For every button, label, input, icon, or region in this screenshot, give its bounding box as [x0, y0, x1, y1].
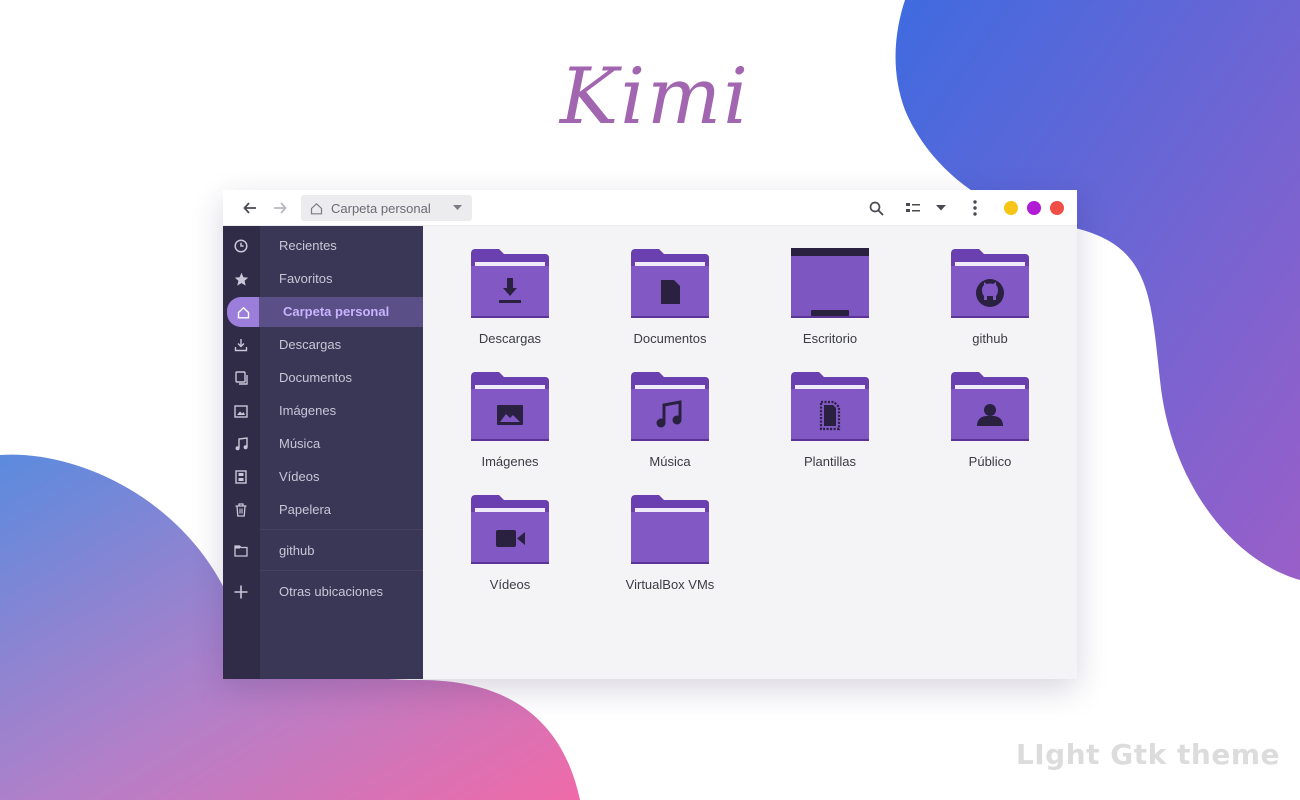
- sidebar-item-github[interactable]: github: [223, 536, 423, 566]
- forward-button[interactable]: [268, 196, 292, 220]
- download-folder-icon: [471, 249, 549, 318]
- music-folder-icon: [631, 372, 709, 441]
- list-view-icon: [906, 203, 920, 212]
- sidebar-item-documentos[interactable]: Documentos: [223, 363, 423, 393]
- sidebar: Recientes Favoritos Carpeta personal Des…: [223, 226, 423, 679]
- folder-escritorio[interactable]: Escritorio: [760, 226, 900, 346]
- music-icon: [233, 436, 249, 452]
- folder-musica[interactable]: Música: [600, 349, 740, 469]
- sidebar-item-imagenes[interactable]: Imágenes: [223, 396, 423, 426]
- sidebar-item-papelera[interactable]: Papelera: [223, 495, 423, 525]
- sidebar-item-otras-ubicaciones[interactable]: Otras ubicaciones: [223, 577, 423, 607]
- clock-icon: [233, 238, 249, 254]
- file-label: VirtualBox VMs: [625, 577, 715, 592]
- file-label: Descargas: [478, 331, 542, 346]
- file-label: Música: [649, 454, 691, 469]
- close-button[interactable]: [1050, 201, 1064, 215]
- sidebar-item-label: Documentos: [279, 370, 352, 385]
- file-label: Escritorio: [802, 331, 858, 346]
- sidebar-item-videos[interactable]: Vídeos: [223, 462, 423, 492]
- image-icon: [233, 403, 249, 419]
- file-manager-window: Carpeta personal Recientes Favoritos Car…: [223, 190, 1077, 679]
- document-folder-icon: [631, 249, 709, 318]
- folder-icon: [233, 543, 249, 559]
- sidebar-item-label: Música: [279, 436, 321, 451]
- image-folder-icon: [471, 372, 549, 441]
- folder-icon: [631, 495, 709, 564]
- sidebar-item-label: github: [279, 543, 315, 558]
- sidebar-item-label: Carpeta personal: [283, 304, 390, 319]
- arrow-right-icon: [274, 202, 287, 214]
- desktop-folder-icon: [791, 248, 869, 318]
- sidebar-divider: [260, 529, 423, 530]
- sidebar-item-label: Papelera: [279, 502, 332, 517]
- search-icon: [869, 201, 884, 216]
- kebab-menu-icon: [973, 200, 977, 216]
- theme-tagline: LIght Gtk theme: [1015, 738, 1280, 771]
- public-folder-icon: [951, 372, 1029, 441]
- sidebar-item-label: Favoritos: [279, 271, 333, 286]
- folder-virtualbox-vms[interactable]: VirtualBox VMs: [600, 472, 740, 592]
- film-icon: [233, 469, 249, 485]
- sidebar-item-musica[interactable]: Música: [223, 429, 423, 459]
- folder-plantillas[interactable]: Plantillas: [760, 349, 900, 469]
- file-grid: Descargas Documentos Escritorio github I…: [423, 226, 1077, 679]
- github-folder-icon: [951, 249, 1029, 318]
- back-button[interactable]: [238, 196, 262, 220]
- sidebar-item-label: Imágenes: [279, 403, 337, 418]
- file-label: Público: [968, 454, 1012, 469]
- video-folder-icon: [471, 495, 549, 564]
- home-icon: [301, 202, 331, 215]
- folder-documentos[interactable]: Documentos: [600, 226, 740, 346]
- sidebar-item-label: Descargas: [279, 337, 342, 352]
- sidebar-item-recientes[interactable]: Recientes: [223, 231, 423, 261]
- view-options-button[interactable]: [929, 196, 953, 220]
- view-toggle-button[interactable]: [901, 196, 925, 220]
- sidebar-item-carpeta-personal[interactable]: Carpeta personal: [223, 297, 423, 327]
- folder-descargas[interactable]: Descargas: [440, 226, 580, 346]
- folder-imagenes[interactable]: Imágenes: [440, 349, 580, 469]
- sidebar-item-label: Vídeos: [279, 469, 320, 484]
- trash-icon: [233, 502, 249, 518]
- home-icon: [235, 304, 251, 320]
- menu-button[interactable]: [963, 196, 987, 220]
- folder-publico[interactable]: Público: [920, 349, 1060, 469]
- maximize-button[interactable]: [1027, 201, 1041, 215]
- minimize-button[interactable]: [1004, 201, 1018, 215]
- sidebar-item-label: Recientes: [279, 238, 337, 253]
- search-button[interactable]: [864, 196, 888, 220]
- document-icon: [233, 370, 249, 386]
- headerbar: Carpeta personal: [223, 190, 1077, 226]
- folder-github[interactable]: github: [920, 226, 1060, 346]
- download-icon: [233, 337, 249, 353]
- plus-icon: [233, 584, 249, 600]
- star-icon: [233, 271, 249, 287]
- template-folder-icon: [791, 372, 869, 441]
- sidebar-item-label: Otras ubicaciones: [279, 584, 384, 599]
- sidebar-item-favoritos[interactable]: Favoritos: [223, 264, 423, 294]
- file-label: Imágenes: [481, 454, 539, 469]
- path-label: Carpeta personal: [331, 200, 431, 216]
- file-label: Documentos: [633, 331, 707, 346]
- file-label: Plantillas: [803, 454, 857, 469]
- path-bar[interactable]: Carpeta personal: [301, 195, 472, 221]
- chevron-down-icon: [936, 205, 946, 211]
- sidebar-divider: [260, 570, 423, 571]
- arrow-left-icon: [243, 202, 256, 214]
- folder-videos[interactable]: Vídeos: [440, 472, 580, 592]
- sidebar-item-descargas[interactable]: Descargas: [223, 330, 423, 360]
- file-label: github: [972, 331, 1008, 346]
- chevron-down-icon: [453, 205, 462, 210]
- file-label: Vídeos: [489, 577, 531, 592]
- kimi-logo: Kimi: [559, 52, 751, 142]
